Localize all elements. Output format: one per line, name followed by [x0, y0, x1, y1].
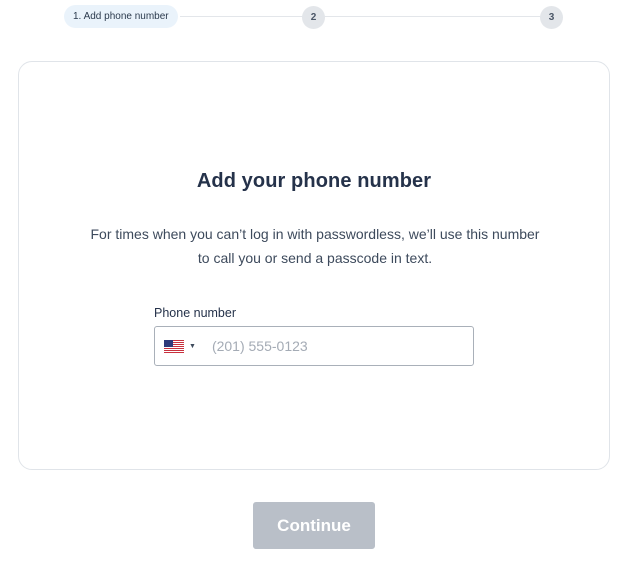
- page-title: Add your phone number: [196, 170, 432, 192]
- step-2: 2: [302, 6, 325, 29]
- phone-number-input[interactable]: [211, 327, 473, 365]
- stepper-connector: [322, 16, 542, 17]
- page: 1. Add phone number 2 3 Add your phone n…: [0, 0, 639, 567]
- country-code-select[interactable]: ▼: [155, 327, 212, 365]
- progress-stepper: 1. Add phone number 2 3: [0, 0, 639, 34]
- step-1-active: 1. Add phone number: [64, 5, 178, 28]
- phone-number-field: ▼: [154, 326, 474, 366]
- us-flag-icon: [164, 339, 184, 353]
- caret-down-icon: ▼: [189, 342, 196, 350]
- phone-number-label: Phone number: [154, 306, 237, 320]
- phone-number-card: Add your phone number For times when you…: [18, 61, 610, 470]
- continue-button[interactable]: Continue: [253, 502, 375, 549]
- stepper-connector: [180, 16, 310, 17]
- description-text: For times when you can’t log in with pas…: [90, 226, 540, 266]
- step-3: 3: [540, 6, 563, 29]
